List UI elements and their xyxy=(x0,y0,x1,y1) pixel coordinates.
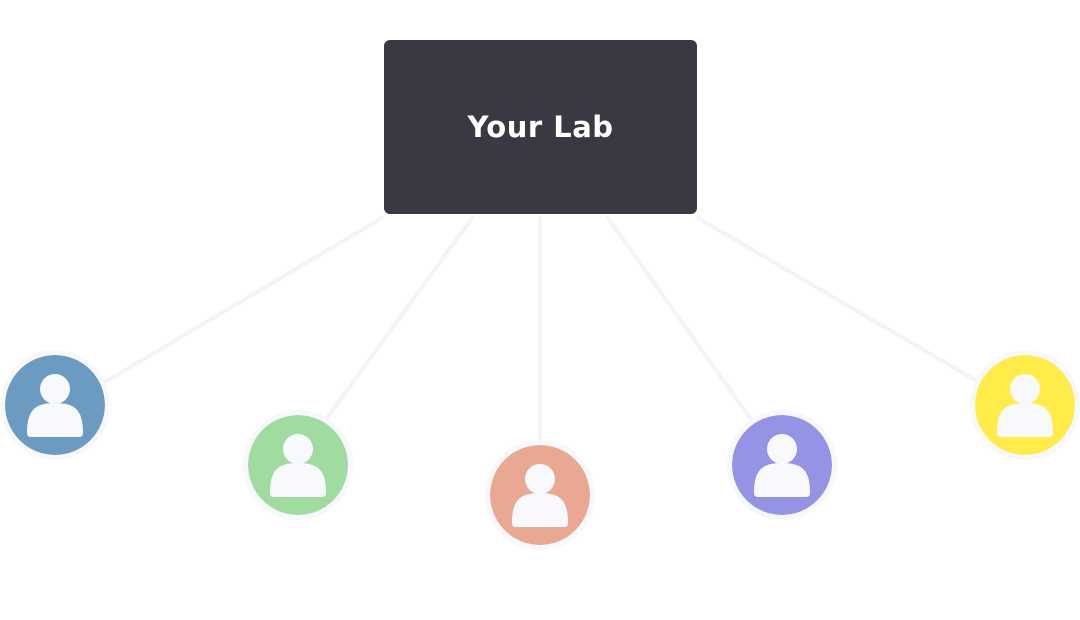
connector-post-doc xyxy=(696,216,977,382)
connector-director xyxy=(98,216,384,387)
avatar-research-assistant xyxy=(732,415,832,515)
person-icon xyxy=(490,445,590,545)
avatar-post-doc xyxy=(975,355,1075,455)
avatar-director xyxy=(5,355,105,455)
avatar-phd-student xyxy=(490,445,590,545)
person-icon xyxy=(732,415,832,515)
person-icon xyxy=(5,355,105,455)
lab-root-node[interactable]: Your Lab xyxy=(384,40,697,214)
connector-lab-manager xyxy=(320,216,474,427)
person-icon xyxy=(248,415,348,515)
org-chart: Your Lab xyxy=(0,0,1080,620)
avatar-lab-manager xyxy=(248,415,348,515)
lab-title: Your Lab xyxy=(467,110,614,144)
connector-research-assistant xyxy=(606,216,757,427)
person-icon xyxy=(975,355,1075,455)
